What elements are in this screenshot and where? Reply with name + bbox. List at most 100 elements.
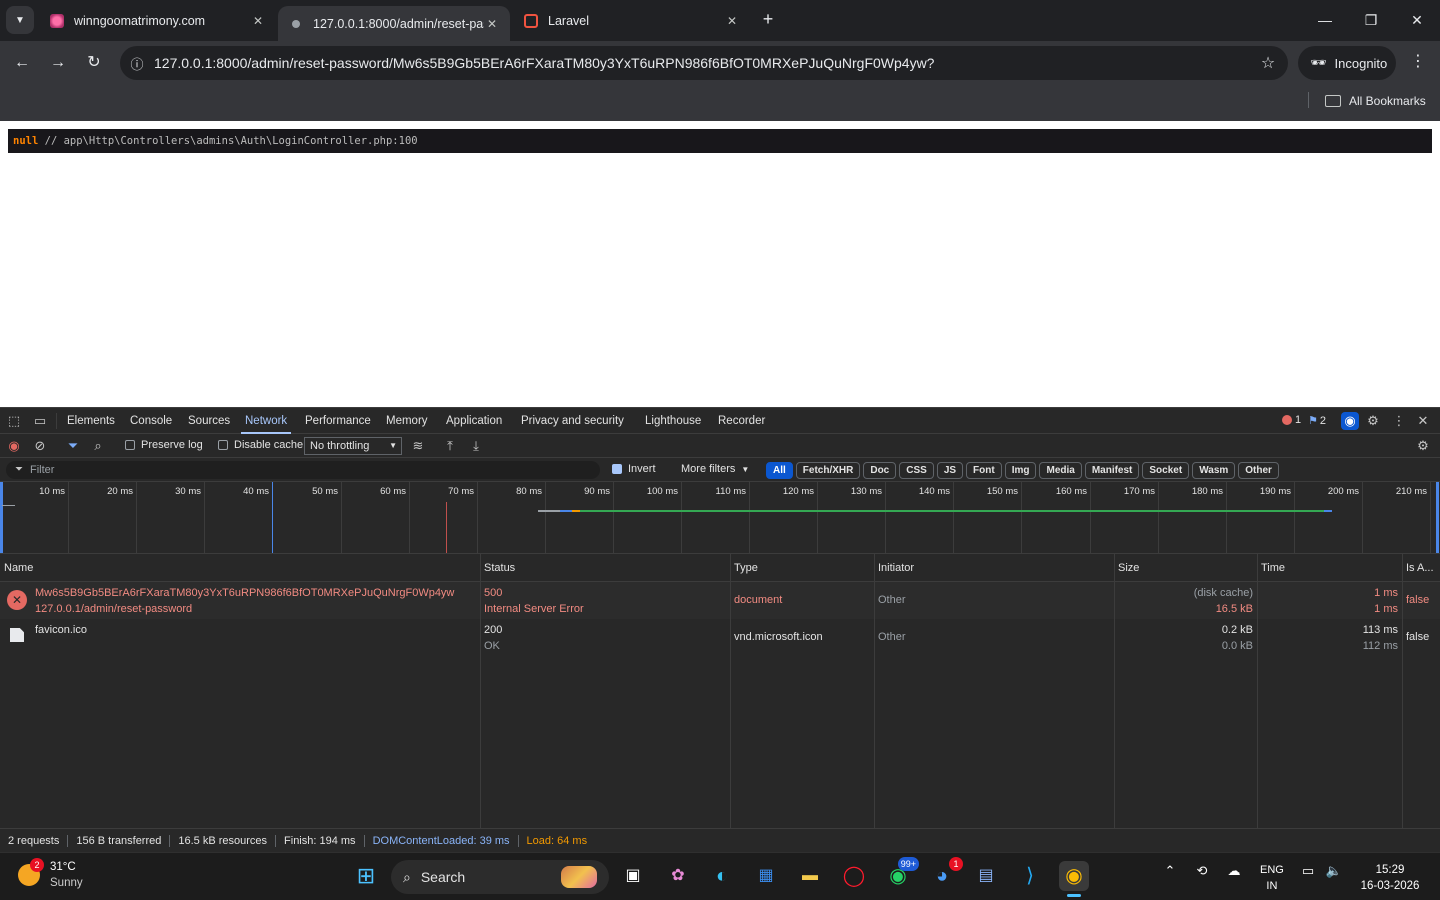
close-tab-icon[interactable]: ✕ — [724, 14, 740, 28]
weather-widget[interactable]: 2 31°C Sunny — [18, 858, 83, 891]
close-tab-icon[interactable]: ✕ — [250, 14, 266, 28]
address-bar[interactable]: ⓘ 127.0.0.1:8000/admin/reset-password/Mw… — [120, 46, 1288, 80]
filter-chip-fetch-xhr[interactable]: Fetch/XHR — [795, 462, 861, 479]
filter-chip-css[interactable]: CSS — [899, 462, 934, 479]
overview-left-handle[interactable] — [0, 482, 3, 553]
disable-cache-checkbox[interactable]: Disable cache — [218, 439, 303, 451]
tab-network[interactable]: Network — [241, 408, 292, 434]
network-conditions-icon[interactable]: ≋ — [409, 437, 427, 455]
search-icon[interactable]: ⌕ — [89, 437, 107, 455]
tab-console[interactable]: Console — [126, 408, 176, 434]
device-toolbar-icon[interactable]: ▭ — [31, 412, 49, 430]
column-header-size[interactable]: Size — [1114, 554, 1257, 582]
notepad-icon[interactable]: ▤ — [971, 861, 1001, 891]
opera-browser-icon[interactable]: ◯ — [839, 861, 869, 891]
network-overview-timeline[interactable]: 10 ms 20 ms 30 ms 40 ms 50 ms 60 ms 70 ms 80 ms… — [0, 482, 1440, 554]
invert-checkbox[interactable]: Invert — [612, 463, 656, 475]
table-row[interactable]: favicon.ico 200 OK vnd.microsoft.icon Ot… — [0, 619, 1440, 656]
network-display-icon[interactable]: ▭ — [1298, 863, 1318, 879]
sync-icon[interactable]: ⟲ — [1192, 863, 1212, 879]
overview-right-handle[interactable] — [1436, 482, 1439, 553]
url-text[interactable]: 127.0.0.1:8000/admin/reset-password/Mw6s… — [154, 55, 1248, 71]
tab-search-button[interactable]: ▼ — [6, 6, 34, 34]
filter-funnel-icon[interactable]: ⏷ — [64, 437, 82, 455]
filter-chip-wasm[interactable]: Wasm — [1192, 462, 1236, 479]
column-header-initiator[interactable]: Initiator — [874, 554, 1114, 582]
column-header-time[interactable]: Time — [1257, 554, 1402, 582]
inspect-element-icon[interactable]: ⬚ — [5, 412, 23, 430]
column-header-name[interactable]: Name — [0, 554, 480, 582]
filter-chip-socket[interactable]: Socket — [1142, 462, 1190, 479]
edge-browser-icon[interactable]: ◐ — [707, 861, 737, 891]
filter-chip-doc[interactable]: Doc — [863, 462, 897, 479]
tab-application[interactable]: Application — [442, 408, 506, 434]
settings-gear-icon[interactable]: ⚙ — [1364, 412, 1382, 430]
back-arrow-icon[interactable]: ← — [10, 51, 34, 75]
volume-icon[interactable]: 🔈 — [1324, 863, 1344, 879]
filter-chip-font[interactable]: Font — [966, 462, 1002, 479]
filter-chip-other[interactable]: Other — [1238, 462, 1279, 479]
microsoft-store-icon[interactable]: ▦ — [751, 861, 781, 891]
preserve-log-checkbox[interactable]: Preserve log — [125, 439, 203, 451]
column-header-is-ad[interactable]: Is A... — [1402, 554, 1440, 582]
incognito-button[interactable]: 🕶 Incognito — [1298, 46, 1396, 80]
more-options-icon[interactable]: ⋮ — [1390, 412, 1408, 430]
tab-privacy-security[interactable]: Privacy and security — [517, 408, 628, 434]
messaging-app-icon[interactable]: ◕ 1 — [927, 857, 963, 891]
minimize-icon[interactable]: — — [1310, 8, 1340, 32]
tab-performance[interactable]: Performance — [301, 408, 375, 434]
all-bookmarks-button[interactable]: All Bookmarks — [1325, 92, 1426, 110]
input-language-indicator[interactable]: ENG IN — [1260, 862, 1284, 894]
cloud-offline-icon[interactable]: ☁ — [1224, 863, 1244, 879]
reload-icon[interactable]: ↻ — [82, 51, 106, 75]
filter-chip-media[interactable]: Media — [1039, 462, 1082, 479]
more-filters-dropdown[interactable]: More filters ▼ — [681, 463, 749, 475]
ai-assistance-icon[interactable]: ◉ — [1341, 412, 1359, 430]
filter-input[interactable]: ⏷ Filter — [6, 461, 600, 479]
browser-menu-icon[interactable]: ⋮ — [1408, 51, 1428, 75]
table-row[interactable]: ✕ Mw6s5B9Gb5BErA6rFXaraTM80y3YxT6uRPN986… — [0, 582, 1440, 619]
copilot-icon[interactable]: ✿ — [663, 861, 693, 891]
tab-recorder[interactable]: Recorder — [714, 408, 769, 434]
column-header-type[interactable]: Type — [730, 554, 874, 582]
tab-memory[interactable]: Memory — [382, 408, 432, 434]
forward-arrow-icon[interactable]: → — [46, 51, 70, 75]
filter-chip-manifest[interactable]: Manifest — [1084, 462, 1140, 479]
error-count-badge[interactable]: 1 — [1282, 414, 1301, 426]
filter-chip-js[interactable]: JS — [936, 462, 964, 479]
clear-log-icon[interactable]: ⊘ — [31, 437, 49, 455]
tab-sources[interactable]: Sources — [184, 408, 234, 434]
export-har-icon[interactable]: ⤓ — [467, 437, 485, 455]
chrome-icon[interactable]: ◉ — [1059, 861, 1089, 897]
close-tab-icon[interactable]: ✕ — [484, 17, 500, 31]
bookmark-star-icon[interactable]: ☆ — [1248, 53, 1288, 73]
stop-recording-icon[interactable]: ◉ — [5, 437, 23, 455]
show-hidden-icons-chevron-icon[interactable]: ⌃ — [1162, 863, 1178, 879]
windows-start-icon[interactable]: ⊞ — [351, 861, 381, 891]
import-har-icon[interactable]: ⤒ — [441, 437, 459, 455]
column-header-status[interactable]: Status — [480, 554, 730, 582]
tab-reset-password[interactable]: 127.0.0.1:8000/admin/reset-pas ✕ — [278, 6, 510, 41]
site-info-icon[interactable]: ⓘ — [120, 54, 154, 73]
timeline-tick-label: 200 ms — [1327, 486, 1359, 497]
tab-laravel[interactable]: Laravel ✕ — [514, 6, 750, 36]
network-settings-gear-icon[interactable]: ⚙ — [1414, 437, 1432, 455]
issues-count-badge[interactable]: ⚑ 2 — [1308, 414, 1326, 428]
file-explorer-icon[interactable]: ▬ — [795, 861, 825, 891]
timeline-gridline — [409, 482, 410, 553]
tab-winngoomatrimony[interactable]: winngoomatrimony.com ✕ — [40, 6, 276, 36]
restore-icon[interactable]: ❐ — [1356, 8, 1386, 32]
task-view-icon[interactable]: ▣ — [618, 861, 648, 891]
tab-lighthouse[interactable]: Lighthouse — [641, 408, 705, 434]
tab-elements[interactable]: Elements — [63, 408, 119, 434]
new-tab-button[interactable]: + — [757, 8, 779, 30]
system-clock[interactable]: 15:29 16-03-2026 — [1350, 862, 1430, 894]
vscode-icon[interactable]: ⟩ — [1015, 861, 1045, 891]
taskbar-search[interactable]: ⌕ Search — [391, 860, 609, 894]
close-devtools-icon[interactable]: ✕ — [1414, 412, 1432, 430]
filter-chip-img[interactable]: Img — [1004, 462, 1037, 479]
filter-chip-all[interactable]: All — [766, 462, 793, 479]
close-window-icon[interactable]: ✕ — [1402, 8, 1432, 32]
throttling-select[interactable]: No throttling ▼ — [304, 437, 402, 455]
whatsapp-icon[interactable]: ◉ 99+ — [883, 857, 919, 891]
